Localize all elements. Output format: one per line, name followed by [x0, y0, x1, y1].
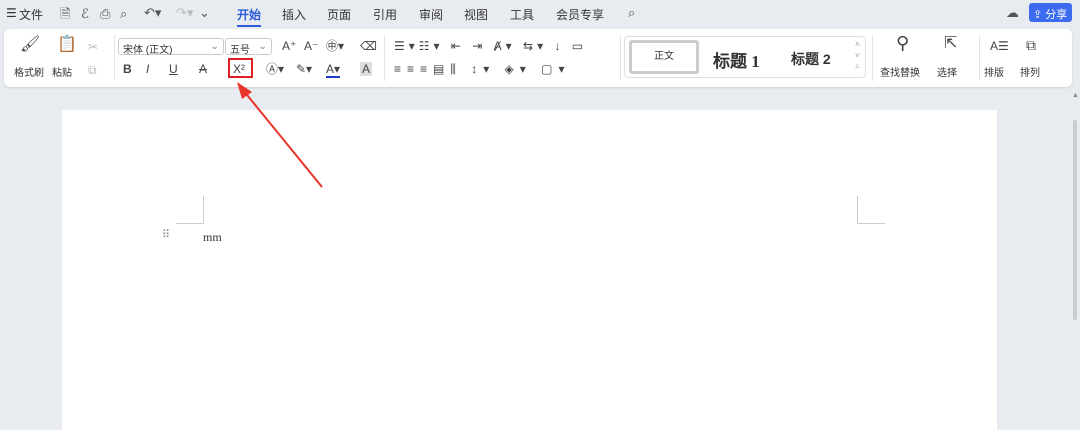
annotation-arrow	[237, 82, 323, 188]
